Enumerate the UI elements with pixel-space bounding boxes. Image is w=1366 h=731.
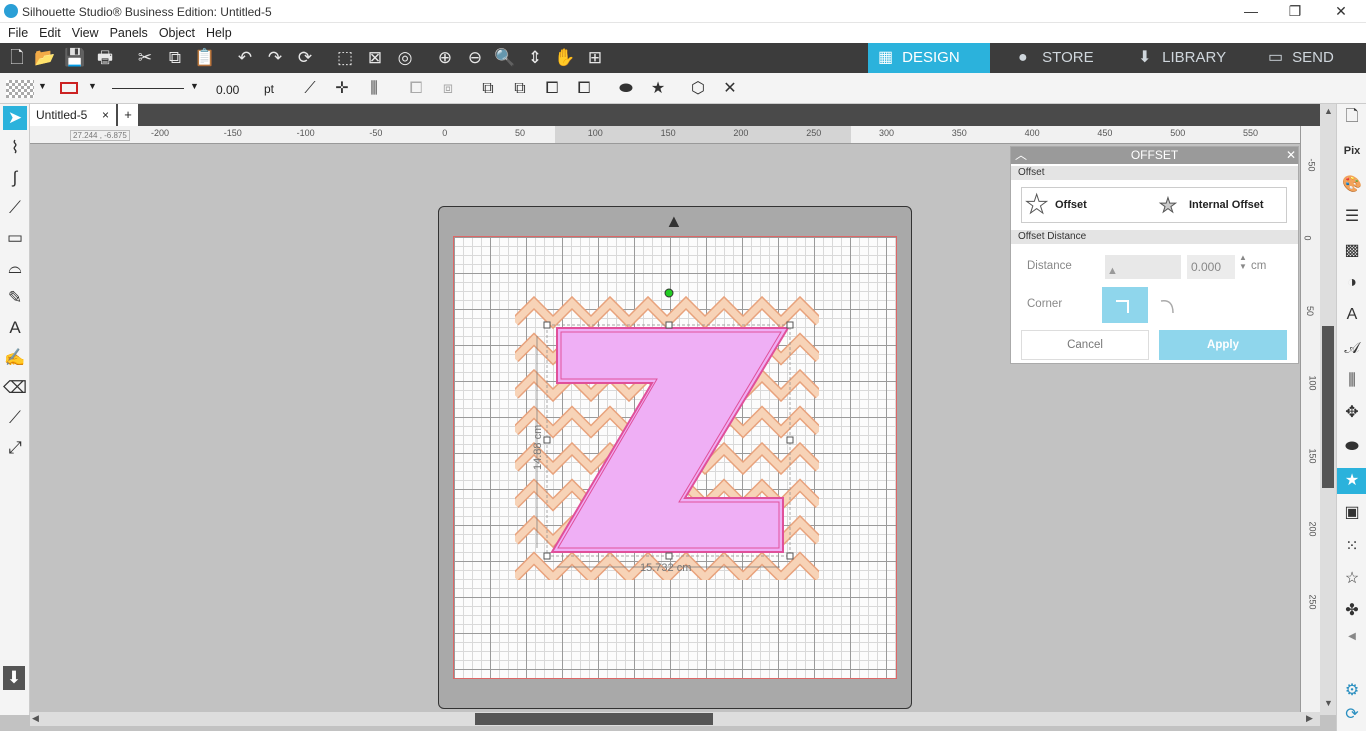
scroll-right-icon[interactable]: ▶ bbox=[1306, 713, 1313, 724]
contrast-icon[interactable]: ◑ bbox=[1340, 270, 1364, 296]
height-dimension-label: 14.88 cm bbox=[532, 425, 544, 470]
puzzle-icon[interactable]: ✤ bbox=[1340, 598, 1364, 624]
section-offset: Offset bbox=[1011, 166, 1298, 180]
distance-stepper[interactable]: ▲ ▼ bbox=[1239, 253, 1247, 271]
fill-pattern-icon[interactable]: ▩ bbox=[1340, 238, 1364, 264]
offset-button[interactable]: ★ Offset bbox=[1023, 189, 1151, 221]
align-panel-icon[interactable]: ⫼ bbox=[1340, 368, 1364, 394]
corner-sharp-button[interactable] bbox=[1102, 287, 1148, 323]
star-icon: ★ bbox=[1024, 189, 1049, 220]
scroll-down-icon[interactable]: ▼ bbox=[1324, 698, 1333, 708]
corner-round-button[interactable] bbox=[1155, 287, 1191, 323]
round-corner-icon bbox=[1160, 300, 1174, 314]
page-setup-icon[interactable]: 🗋 bbox=[1340, 104, 1364, 130]
trace-icon[interactable]: ▣ bbox=[1340, 500, 1364, 526]
modify-icon[interactable]: ⬬ bbox=[1340, 434, 1364, 460]
scroll-left-icon[interactable]: ◀ bbox=[32, 713, 39, 724]
star-outline-icon[interactable]: ☆ bbox=[1340, 566, 1364, 592]
internal-offset-button[interactable]: ★ Internal Offset bbox=[1157, 189, 1285, 221]
cancel-button[interactable]: Cancel bbox=[1021, 330, 1149, 360]
internal-star-icon: ★ bbox=[1159, 195, 1178, 218]
distance-input[interactable]: 0.000 bbox=[1187, 255, 1235, 279]
text-style-icon[interactable]: A bbox=[1340, 302, 1364, 328]
close-panel-icon[interactable]: ✕ bbox=[1286, 147, 1296, 164]
replicate-panel-icon[interactable]: ⁙ bbox=[1340, 534, 1364, 560]
offset-panel-header: ︿ OFFSET ✕ bbox=[1011, 147, 1298, 164]
right-panel-toolbar: 🗋 Pix 🎨 ☰ ▩ ◑ A 𝒜 ⫼ ✥ ⬬ ★ ▣ ⁙ ☆ ✤ ◀ ⚙ ⟳ bbox=[1336, 104, 1366, 731]
palette-icon[interactable]: 🎨 bbox=[1340, 172, 1364, 198]
apply-button[interactable]: Apply bbox=[1159, 330, 1287, 360]
corner-label: Corner bbox=[1027, 298, 1063, 310]
scroll-up-icon[interactable]: ▲ bbox=[1324, 106, 1333, 116]
horizontal-scrollbar[interactable]: ◀ ▶ bbox=[30, 712, 1320, 726]
sharp-corner-icon bbox=[1116, 300, 1129, 313]
offset-panel: ︿ OFFSET ✕ Offset ★ Offset ★ Internal Of… bbox=[1010, 146, 1299, 364]
rotate-handle[interactable] bbox=[664, 288, 674, 298]
vertical-scroll-thumb[interactable] bbox=[1322, 326, 1334, 488]
width-dimension-label: 15.732 cm bbox=[640, 562, 691, 574]
distance-unit: cm bbox=[1251, 260, 1267, 272]
chevron-row-fill bbox=[515, 298, 819, 327]
offset-panel-icon[interactable]: ★ bbox=[1337, 468, 1366, 494]
design-layer: 15.732 cm 14.88 cm bbox=[515, 184, 1160, 580]
section-offset-distance: Offset Distance bbox=[1011, 230, 1298, 244]
collapse-left-icon[interactable]: ◀ bbox=[1340, 624, 1364, 650]
pixscan-icon[interactable]: Pix bbox=[1340, 138, 1364, 164]
collapse-chevron-icon[interactable]: ︿ bbox=[1015, 147, 1027, 164]
distance-slider[interactable]: ▲ bbox=[1105, 255, 1181, 279]
vertical-scrollbar[interactable]: ▲ ▼ bbox=[1320, 104, 1336, 715]
distance-label: Distance bbox=[1027, 260, 1072, 272]
settings-gear-icon[interactable]: ⚙ bbox=[1340, 678, 1364, 704]
text-to-path-icon[interactable]: 𝒜 bbox=[1340, 336, 1364, 362]
transform-icon[interactable]: ✥ bbox=[1340, 400, 1364, 426]
slider-thumb-icon[interactable]: ▲ bbox=[1107, 265, 1118, 277]
horizontal-scroll-thumb[interactable] bbox=[475, 713, 713, 725]
letter-z-outer[interactable] bbox=[550, 327, 790, 553]
sync-icon[interactable]: ⟳ bbox=[1340, 702, 1364, 728]
line-style-icon[interactable]: ☰ bbox=[1340, 204, 1364, 230]
